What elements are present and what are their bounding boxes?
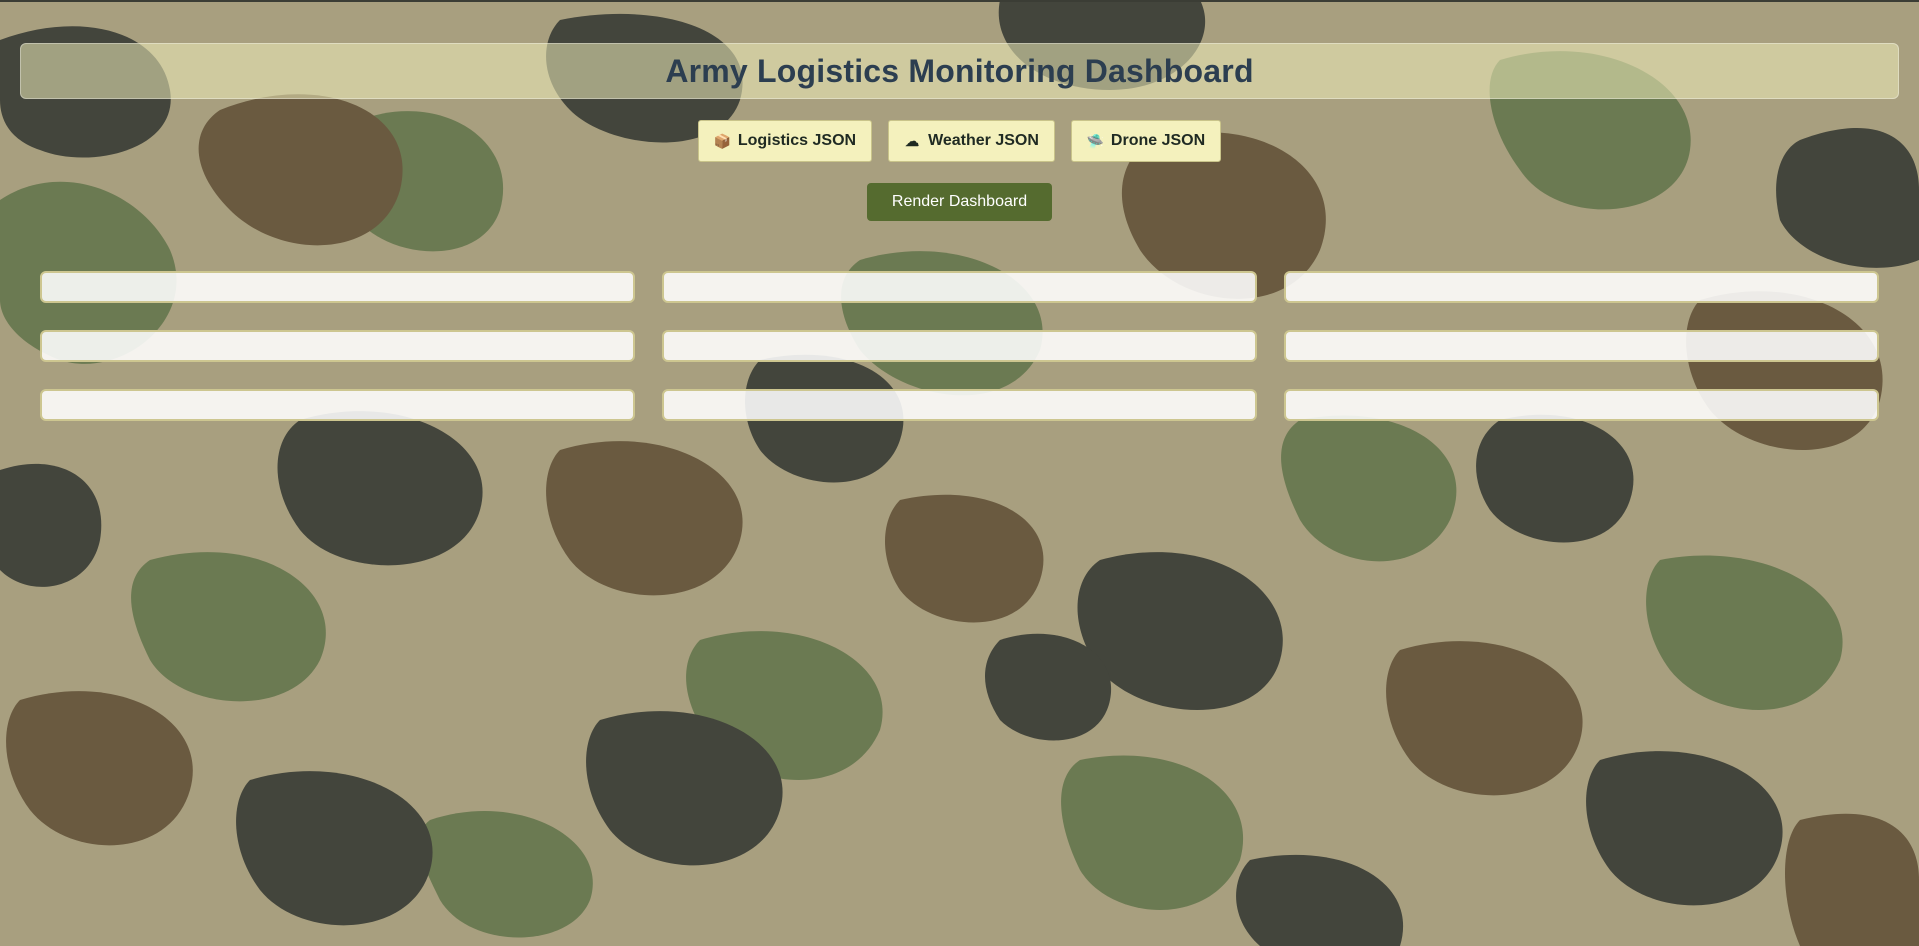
header-bar: Army Logistics Monitoring Dashboard — [20, 43, 1899, 99]
dashboard-panel-5 — [662, 330, 1257, 362]
page-title: Army Logistics Monitoring Dashboard — [665, 52, 1254, 89]
top-edge-line — [0, 0, 1919, 2]
render-row: Render Dashboard — [0, 183, 1919, 221]
dashboard-panel-grid — [40, 271, 1879, 421]
dashboard-panel-3 — [1284, 271, 1879, 303]
json-loader-bar: 📦 Logistics JSON ☁ Weather JSON 🛸 Drone … — [0, 120, 1919, 162]
dashboard-panel-1 — [40, 271, 635, 303]
dashboard-panel-6 — [1284, 330, 1879, 362]
drone-icon: 🛸 — [1086, 133, 1105, 149]
dashboard-panel-9 — [1284, 389, 1879, 421]
cloud-icon: ☁ — [905, 133, 920, 149]
logistics-json-label: Logistics JSON — [737, 132, 857, 149]
weather-json-button[interactable]: ☁ Weather JSON — [888, 120, 1055, 162]
weather-json-label: Weather JSON — [928, 132, 1039, 149]
drone-json-button[interactable]: 🛸 Drone JSON — [1070, 120, 1222, 162]
dashboard-panel-2 — [662, 271, 1257, 303]
logistics-json-button[interactable]: 📦 Logistics JSON — [697, 120, 873, 162]
render-dashboard-button[interactable]: Render Dashboard — [866, 183, 1053, 221]
dashboard-panel-4 — [40, 330, 635, 362]
dashboard-panel-8 — [662, 389, 1257, 421]
box-icon: 📦 — [713, 133, 732, 149]
drone-json-label: Drone JSON — [1110, 132, 1206, 149]
dashboard-panel-7 — [40, 389, 635, 421]
